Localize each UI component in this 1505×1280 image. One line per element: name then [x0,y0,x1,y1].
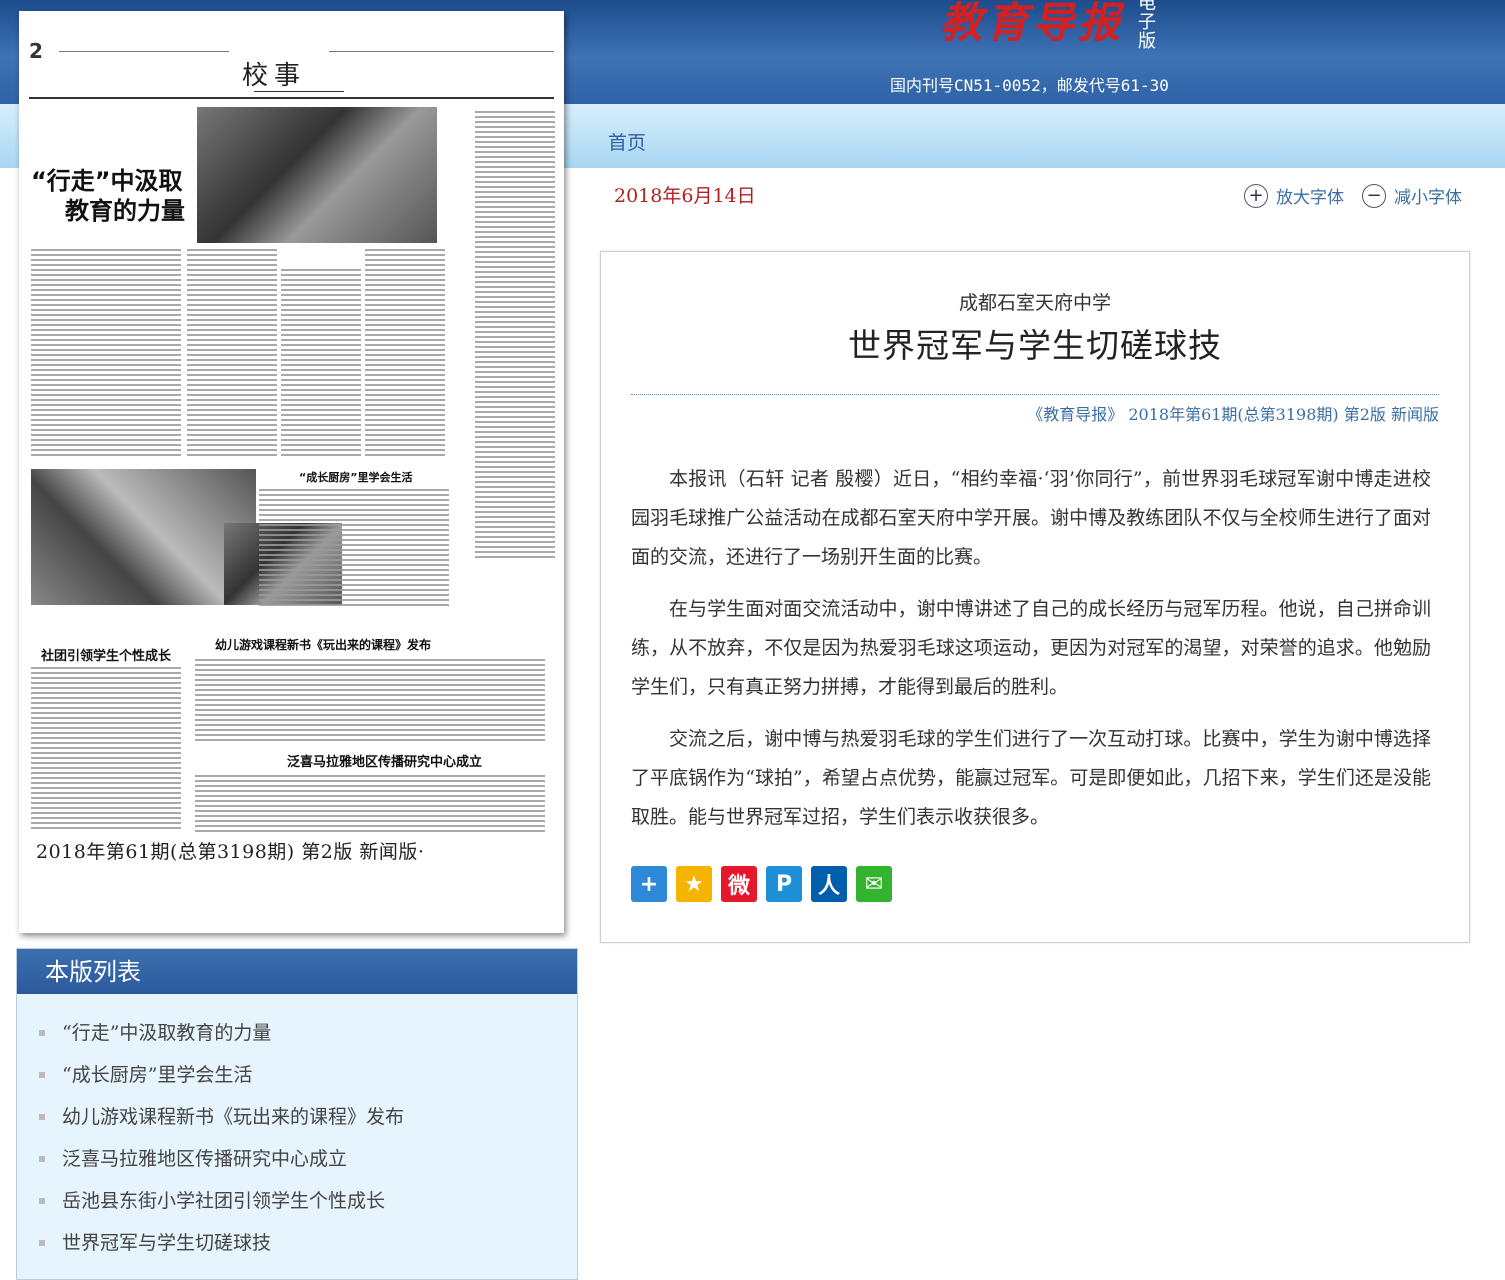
paper-text-block [195,659,545,741]
minus-circle-icon: − [1362,183,1386,208]
paper-header: 2 校事 [29,33,554,95]
list-item[interactable]: 世界冠军与学生切磋球技 [39,1222,577,1264]
bullet-icon [39,1198,45,1204]
paper-photo-museum [197,107,437,243]
page-list-title: 本版列表 [17,949,577,994]
list-item[interactable]: 幼儿游戏课程新书《玩出来的课程》发布 [39,1096,577,1138]
paper-headline-club: 社团引领学生个性成长 [41,649,172,664]
enlarge-font-button[interactable]: + 放大字体 [1244,183,1344,208]
list-item[interactable]: 泛喜马拉雅地区传播研究中心成立 [39,1138,577,1180]
paper-text-block [187,249,277,459]
paper-photo-kitchen [31,469,256,605]
bullet-icon [39,1114,45,1120]
tencent-weibo-icon[interactable]: P [766,866,802,902]
qzone-icon[interactable]: ★ [676,866,712,902]
paper-text-block [31,667,181,832]
list-item-label[interactable]: “成长厨房”里学会生活 [62,1054,252,1096]
weibo-icon[interactable]: 微 [721,866,757,902]
publish-date: 2018年6月14日 [614,185,756,207]
masthead-logo: 教育导报 [940,0,1125,47]
page-list-panel: 本版列表 “行走”中汲取教育的力量 “成长厨房”里学会生活 幼儿游戏课程新书《玩… [16,948,578,1280]
paper-text-block [475,111,555,561]
list-item[interactable]: “成长厨房”里学会生活 [39,1054,577,1096]
paper-text-block [365,249,445,459]
paper-text-block [281,269,361,459]
newspaper-page-image[interactable]: 2 校事 “行走”中汲取 教育的力量 “成长厨房”里学会生活 社团引领学生个性成… [19,11,564,933]
paper-page-number: 2 [29,39,43,63]
bullet-icon [39,1030,45,1036]
article-paragraph: 本报讯（石轩 记者 殷樱）近日，“相约幸福·‘羽’你同行”，前世界羽毛球冠军谢中… [631,468,1431,568]
paper-text-block [195,775,545,833]
paper-text-block [31,249,181,459]
shrink-font-label[interactable]: 减小字体 [1394,183,1462,208]
list-item-label[interactable]: 世界冠军与学生切磋球技 [62,1222,271,1264]
paper-headline-himalaya: 泛喜马拉雅地区传播研究中心成立 [287,755,483,770]
bullet-icon [39,1240,45,1246]
wechat-icon[interactable]: ✉ [856,866,892,902]
paper-text-block [259,489,449,607]
list-item-label[interactable]: 幼儿游戏课程新书《玩出来的课程》发布 [62,1096,404,1138]
article-title: 世界冠军与学生切磋球技 [848,326,1222,365]
bullet-icon [39,1072,45,1078]
edition-tag: 电子版 [1138,0,1157,52]
article-kicker: 成都石室天府中学 [958,292,1111,314]
bullet-icon [39,1156,45,1162]
list-item[interactable]: “行走”中汲取教育的力量 [39,1012,577,1054]
list-item[interactable]: 岳池县东街小学社团引领学生个性成长 [39,1180,577,1222]
issn-text: 国内刊号CN51-0052，邮发代号61-30 [890,76,1169,95]
paper-headline-main-2: 教育的力量 [65,197,185,225]
enlarge-font-label[interactable]: 放大字体 [1276,183,1344,208]
article-container: 成都石室天府中学 世界冠军与学生切磋球技 《教育导报》 2018年第61期(总第… [600,251,1470,943]
list-item-label[interactable]: “行走”中汲取教育的力量 [62,1012,271,1054]
share-more-icon[interactable]: + [631,866,667,902]
renren-icon[interactable]: 人 [811,866,847,902]
page-list: “行走”中汲取教育的力量 “成长厨房”里学会生活 幼儿游戏课程新书《玩出来的课程… [17,994,577,1264]
masthead: 教育导报 电子版 [940,0,1158,55]
divider [631,394,1439,395]
plus-circle-icon: + [1244,183,1268,208]
list-item-label[interactable]: 岳池县东街小学社团引领学生个性成长 [62,1180,385,1222]
paper-page-label: 校事 [242,61,307,91]
paper-headline-book: 幼儿游戏课程新书《玩出来的课程》发布 [215,638,432,652]
article-body: 本报讯（石轩 记者 殷樱）近日，“相约幸福·‘羽’你同行”，前世界羽毛球冠军谢中… [631,460,1431,850]
shrink-font-button[interactable]: − 减小字体 [1362,183,1462,208]
nav-home-link[interactable]: 首页 [608,128,646,155]
paper-headline-kitchen: “成长厨房”里学会生活 [299,471,413,484]
paper-caption: 2018年第61期(总第3198期) 第2版 新闻版· [36,841,425,863]
article-source: 《教育导报》 2018年第61期(总第3198期) 第2版 新闻版 [1027,405,1439,424]
share-bar: + ★ 微 P 人 ✉ [631,866,892,902]
article-paragraph: 在与学生面对面交流活动中，谢中博讲述了自己的成长经历与冠军历程。他说，自己拼命训… [631,598,1431,698]
list-item-label[interactable]: 泛喜马拉雅地区传播研究中心成立 [62,1138,347,1180]
article-paragraph: 交流之后，谢中博与热爱羽毛球的学生们进行了一次互动打球。比赛中，学生为谢中博选择… [631,728,1431,828]
